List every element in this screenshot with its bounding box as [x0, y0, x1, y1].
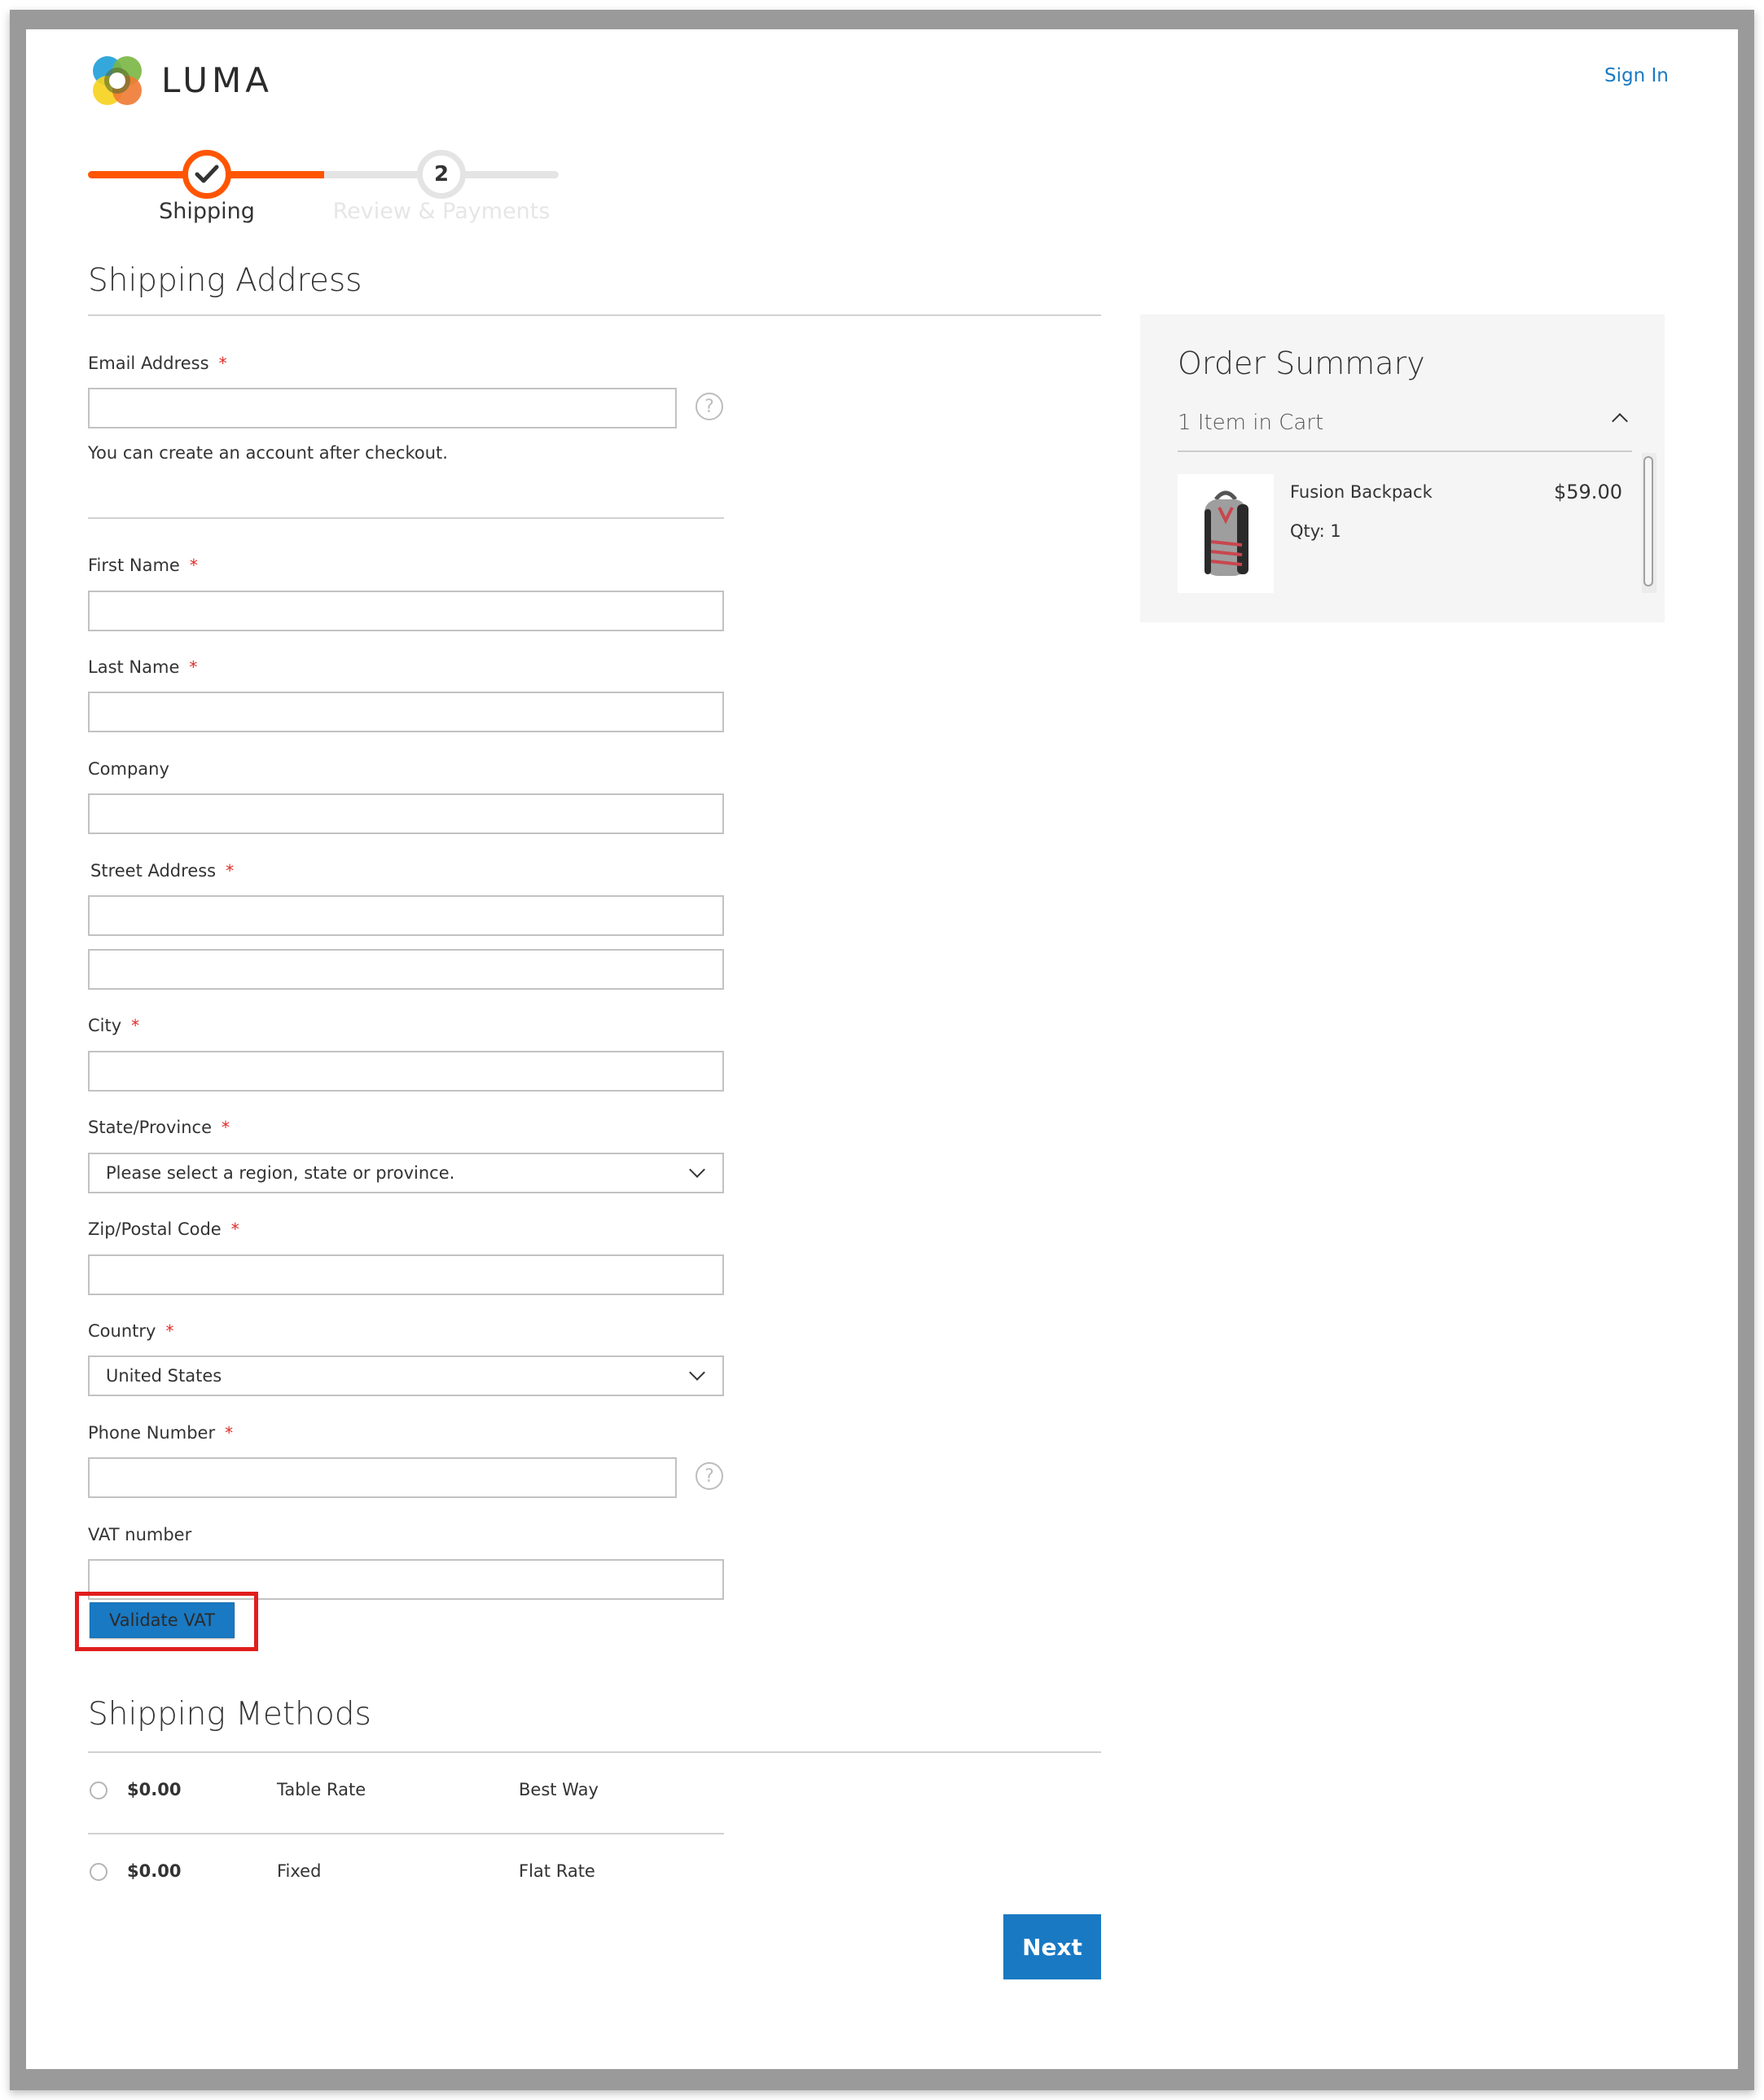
- shipping-option-carrier: Flat Rate: [519, 1861, 595, 1881]
- chevron-up-icon[interactable]: [1612, 413, 1628, 429]
- required-asterisk: *: [226, 861, 235, 881]
- shipping-address-title: Shipping Address: [88, 262, 362, 299]
- company-input[interactable]: [88, 793, 724, 834]
- items-in-cart-toggle[interactable]: 1 Item in Cart: [1178, 411, 1323, 435]
- step-number: 2: [433, 162, 450, 187]
- next-button[interactable]: Next: [1003, 1914, 1101, 1979]
- checkmark-icon: [195, 165, 219, 183]
- required-asterisk: *: [218, 354, 227, 373]
- shipping-option-radio[interactable]: [90, 1863, 108, 1881]
- required-asterisk: *: [131, 1016, 140, 1035]
- product-name[interactable]: Fusion Backpack: [1290, 482, 1433, 502]
- luma-logo-icon[interactable]: [90, 53, 145, 108]
- step-shipping-indicator: [182, 150, 231, 199]
- divider: [88, 517, 724, 519]
- required-asterisk: *: [165, 1321, 174, 1341]
- country-select[interactable]: United States: [88, 1355, 724, 1396]
- shipping-option-carrier: Best Way: [519, 1780, 599, 1799]
- email-input[interactable]: [88, 388, 677, 428]
- company-label: Company: [88, 759, 169, 779]
- first-name-label: First Name *: [88, 556, 198, 575]
- city-input[interactable]: [88, 1051, 724, 1092]
- shipping-methods-title: Shipping Methods: [88, 1696, 371, 1733]
- required-asterisk: *: [222, 1118, 230, 1137]
- vat-input[interactable]: [88, 1559, 724, 1600]
- email-label: Email Address *: [88, 354, 227, 373]
- backpack-image-icon: [1205, 490, 1248, 576]
- shipping-option-radio[interactable]: [90, 1781, 108, 1799]
- required-asterisk: *: [230, 1219, 239, 1239]
- zip-label: Zip/Postal Code *: [88, 1219, 239, 1239]
- required-asterisk: *: [189, 657, 198, 677]
- email-help-icon[interactable]: ?: [696, 393, 723, 420]
- product-price: $59.00: [1554, 481, 1622, 503]
- shipping-option-price: $0.00: [127, 1861, 182, 1881]
- divider: [88, 1833, 724, 1834]
- city-label: City *: [88, 1016, 140, 1035]
- step-shipping-label: Shipping: [159, 199, 255, 224]
- order-summary-panel: Order Summary 1 Item in Cart Fusion Back…: [1140, 314, 1665, 622]
- step-review-label[interactable]: Review & Payments: [319, 199, 564, 224]
- street-address-label: Street Address *: [90, 861, 235, 881]
- product-qty: Qty: 1: [1290, 521, 1341, 541]
- phone-label: Phone Number *: [88, 1423, 234, 1443]
- divider: [88, 314, 1101, 316]
- checkout-page: LUMA Sign In 2 Shipping Review & Payment…: [26, 29, 1738, 2069]
- country-selected-value: United States: [106, 1366, 222, 1386]
- vat-label: VAT number: [88, 1525, 192, 1544]
- shipping-option-method: Fixed: [277, 1861, 322, 1881]
- required-asterisk: *: [189, 556, 198, 575]
- country-label: Country *: [88, 1321, 174, 1341]
- state-label: State/Province *: [88, 1118, 230, 1137]
- first-name-input[interactable]: [88, 591, 724, 631]
- required-asterisk: *: [225, 1423, 234, 1443]
- sign-in-link[interactable]: Sign In: [1604, 65, 1669, 86]
- divider: [1178, 450, 1632, 452]
- zip-input[interactable]: [88, 1254, 724, 1295]
- shipping-option-method: Table Rate: [277, 1780, 366, 1799]
- last-name-input[interactable]: [88, 692, 724, 732]
- logo-text: LUMA: [161, 60, 274, 100]
- phone-help-icon[interactable]: ?: [696, 1462, 723, 1490]
- divider: [88, 1751, 1101, 1753]
- street-address-line2-input[interactable]: [88, 949, 724, 990]
- chevron-down-icon: [689, 1162, 705, 1178]
- product-thumbnail: [1178, 474, 1274, 593]
- chevron-down-icon: [689, 1364, 705, 1381]
- account-note: You can create an account after checkout…: [88, 443, 448, 463]
- order-summary-title: Order Summary: [1178, 345, 1425, 381]
- last-name-label: Last Name *: [88, 657, 198, 677]
- phone-input[interactable]: [88, 1457, 677, 1498]
- validate-vat-button[interactable]: Validate VAT: [90, 1602, 235, 1638]
- shipping-option-price: $0.00: [127, 1780, 182, 1799]
- scrollbar-thumb[interactable]: [1643, 456, 1653, 587]
- state-selected-value: Please select a region, state or provinc…: [106, 1163, 455, 1183]
- state-select[interactable]: Please select a region, state or provinc…: [88, 1153, 724, 1193]
- step-review-indicator: 2: [417, 150, 466, 199]
- cart-scrollbar[interactable]: [1642, 453, 1656, 593]
- street-address-line1-input[interactable]: [88, 895, 724, 936]
